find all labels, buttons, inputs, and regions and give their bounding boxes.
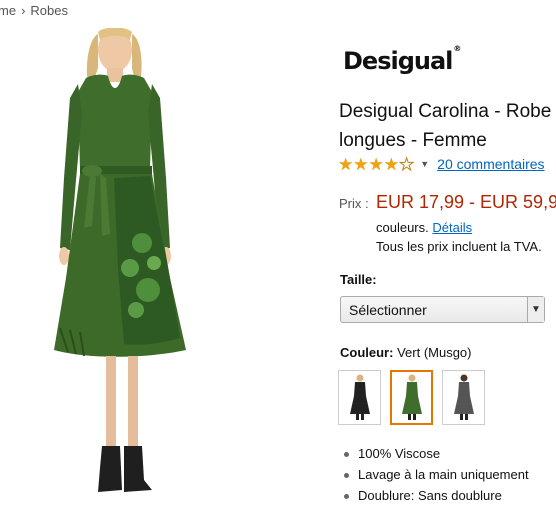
- reviews-link[interactable]: 20 commentaires: [437, 156, 544, 172]
- green-dress-thumbnail: [401, 374, 422, 420]
- breadcrumb-current-link[interactable]: Robes: [30, 3, 68, 18]
- star-icon: ★: [338, 154, 354, 174]
- color-label: Couleur:: [340, 345, 394, 360]
- product-title-line2: longues - Femme: [339, 130, 487, 151]
- tva-note: Tous les prix incluent la TVA.: [376, 239, 542, 254]
- product-title: Desigual Carolina - Robe longues - Femme: [339, 97, 556, 155]
- star-icon: ★: [368, 154, 384, 174]
- swatch-black[interactable]: [338, 370, 381, 425]
- star-icon: ★: [398, 154, 415, 174]
- color-value: Vert (Musgo): [397, 345, 472, 360]
- price-range: EUR 17,99 - EUR 59,95: [376, 192, 556, 212]
- colors-info: couleurs. Détails: [376, 220, 472, 235]
- grey-dress-thumbnail: [453, 374, 474, 420]
- breadcrumb-separator: ›: [21, 3, 26, 18]
- colors-prefix: couleurs.: [376, 220, 429, 235]
- feature-bullets: 100% Viscose Lavage à la main uniquement…: [344, 444, 529, 507]
- color-swatches: [338, 370, 485, 425]
- registered-mark: ®: [453, 44, 461, 53]
- star-icon: ★: [383, 154, 399, 174]
- brand-logo[interactable]: Desigual®: [343, 44, 461, 75]
- product-title-line1: Desigual Carolina - Robe: [339, 101, 552, 122]
- black-dress-thumbnail: [349, 374, 370, 420]
- rating-row: ★ ★ ★ ★ ★ ▼ 20 commentaires: [338, 155, 545, 173]
- list-item: 100% Viscose: [344, 444, 529, 465]
- breadcrumb: me › Robes: [0, 3, 68, 18]
- rating-stars[interactable]: ★ ★ ★ ★ ★: [338, 154, 415, 174]
- size-select-value: Sélectionner: [349, 302, 427, 318]
- size-label: Taille:: [340, 272, 377, 287]
- product-image[interactable]: [20, 28, 260, 508]
- list-item: Doublure: Sans doublure: [344, 486, 529, 507]
- brand-logo-text: Desigual: [343, 47, 453, 75]
- list-item: Lavage à la main uniquement: [344, 465, 529, 486]
- swatch-green[interactable]: [390, 370, 433, 425]
- chevron-down-icon[interactable]: ▼: [420, 159, 429, 169]
- color-selection: Couleur: Vert (Musgo): [340, 345, 472, 360]
- swatch-grey[interactable]: [442, 370, 485, 425]
- details-link[interactable]: Détails: [432, 220, 472, 235]
- chevron-down-icon: ▼: [527, 297, 544, 322]
- price-label: Prix :: [339, 196, 369, 211]
- star-icon: ★: [353, 154, 369, 174]
- breadcrumb-prev-link[interactable]: me: [0, 3, 16, 18]
- size-select[interactable]: Sélectionner ▼: [340, 296, 545, 323]
